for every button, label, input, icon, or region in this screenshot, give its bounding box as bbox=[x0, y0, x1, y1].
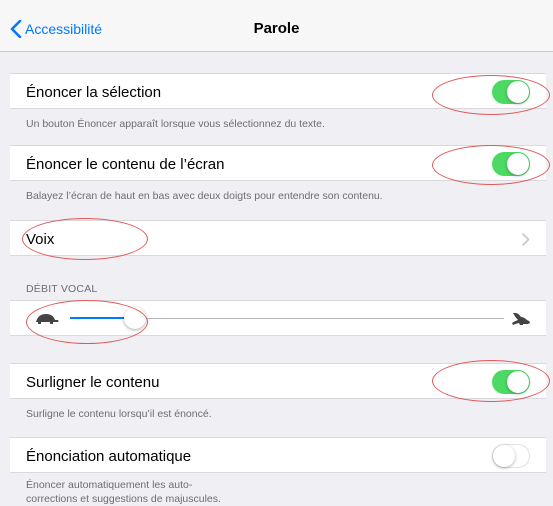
auto-speak-cell: Énonciation automatique bbox=[10, 437, 546, 473]
turtle-icon bbox=[36, 314, 59, 324]
highlight-content-switch[interactable] bbox=[492, 370, 530, 394]
speaking-rate-cell bbox=[10, 300, 546, 336]
auto-speak-footer-line2: corrections et suggestions de majuscules… bbox=[26, 493, 221, 505]
navigation-bar: Accessibilité Parole bbox=[0, 0, 553, 52]
highlight-content-label: Surligner le contenu bbox=[26, 374, 160, 391]
chevron-right-icon bbox=[522, 233, 530, 246]
switch-knob bbox=[507, 153, 529, 175]
speak-selection-label: Énoncer la sélection bbox=[26, 84, 162, 101]
auto-speak-footer-line1: Énoncer automatiquement les auto- bbox=[26, 479, 193, 491]
switch-knob bbox=[507, 371, 529, 393]
auto-speak-switch[interactable] bbox=[492, 444, 530, 468]
auto-speak-label: Énonciation automatique bbox=[26, 448, 192, 465]
speak-screen-label: Énoncer le contenu de l’écran bbox=[26, 156, 225, 173]
switch-knob bbox=[507, 81, 529, 103]
voices-label: Voix bbox=[26, 231, 55, 248]
speak-selection-cell: Énoncer la sélection bbox=[10, 73, 546, 109]
hare-icon bbox=[512, 312, 530, 325]
voices-cell[interactable]: Voix bbox=[10, 220, 546, 256]
speak-selection-switch[interactable] bbox=[492, 80, 530, 104]
speak-screen-footer: Balayez l’écran de haut en bas avec deux… bbox=[26, 190, 383, 202]
speak-screen-switch[interactable] bbox=[492, 152, 530, 176]
page-title: Parole bbox=[253, 20, 300, 37]
speaking-rate-header: DÉBIT VOCAL bbox=[26, 283, 98, 295]
highlight-content-footer: Surligne le contenu lorsqu’il est énoncé… bbox=[26, 408, 212, 420]
highlight-content-cell: Surligner le contenu bbox=[10, 363, 546, 399]
auto-speak-footer: Énoncer automatiquement les auto- correc… bbox=[26, 478, 221, 506]
speaking-rate-slider-thumb[interactable] bbox=[124, 307, 147, 329]
speak-screen-cell: Énoncer le contenu de l’écran bbox=[10, 145, 546, 181]
switch-knob bbox=[493, 445, 515, 467]
speak-selection-footer: Un bouton Énoncer apparaît lorsque vous … bbox=[26, 118, 325, 130]
